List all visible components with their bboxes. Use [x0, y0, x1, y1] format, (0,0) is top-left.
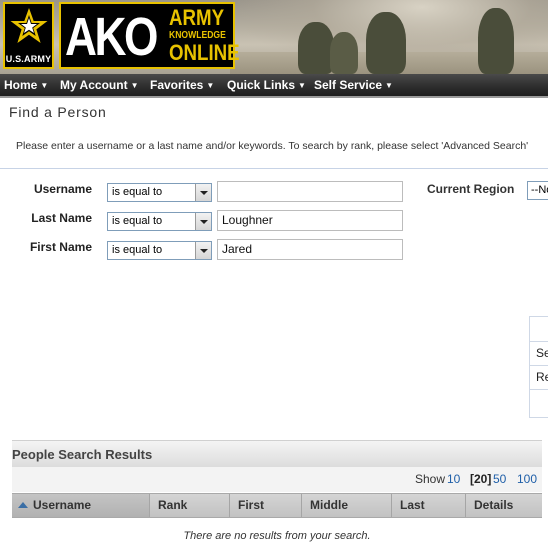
us-army-logo-text: U.S.ARMY [5, 54, 52, 64]
side-panel-row-empty [530, 389, 548, 419]
soldier-silhouette [330, 32, 358, 74]
nav-home[interactable]: Home ▼ [4, 74, 48, 97]
star-icon [10, 8, 48, 43]
column-details-label: Details [474, 498, 514, 512]
dropdown-arrow-icon [195, 213, 211, 230]
column-username-label: Username [33, 498, 92, 512]
chevron-down-icon: ▼ [130, 81, 139, 90]
sort-ascending-icon [18, 502, 28, 508]
column-username[interactable]: Username [12, 494, 150, 517]
pager-option-100[interactable]: 100 [517, 467, 537, 492]
chevron-down-icon: ▼ [206, 81, 215, 90]
main-nav: Home ▼ My Account ▼ Favorites ▼ Quick Links… [0, 74, 548, 98]
results-table-header: Username Rank First Middle Last Details [12, 493, 542, 518]
column-first[interactable]: First [230, 494, 302, 517]
column-rank[interactable]: Rank [150, 494, 230, 517]
first-name-input[interactable]: Jared [217, 239, 403, 260]
nav-favorites-label: Favorites [150, 78, 204, 92]
results-header: People Search Results [12, 440, 542, 467]
column-middle[interactable]: Middle [302, 494, 392, 517]
ako-logo-army: ARMY [169, 5, 225, 30]
current-region-label: Current Region [427, 182, 515, 196]
pager-show-label: Show [415, 472, 446, 486]
side-panel: Se Re [529, 316, 548, 418]
nav-home-label: Home [4, 78, 38, 92]
soldier-silhouette [366, 12, 406, 74]
last-name-operator-select[interactable]: is equal to [107, 212, 212, 231]
nav-quick-links[interactable]: Quick Links ▼ [227, 74, 306, 97]
column-last[interactable]: Last [392, 494, 466, 517]
last-name-operator-value: is equal to [112, 215, 163, 227]
site-header: U.S.ARMY AKO ARMY KNOWLEDGE ONLINE [0, 0, 548, 74]
ako-logo[interactable]: AKO ARMY KNOWLEDGE ONLINE [59, 2, 240, 69]
us-army-star-logo[interactable]: U.S.ARMY [3, 2, 54, 69]
username-label: Username [33, 182, 92, 196]
side-panel-item[interactable]: Re [530, 365, 548, 389]
soldier-silhouette [478, 8, 514, 74]
side-panel-item[interactable]: Se [530, 341, 548, 365]
nav-quick-links-label: Quick Links [227, 78, 296, 92]
username-operator-select[interactable]: is equal to [107, 183, 212, 202]
username-input[interactable] [217, 181, 403, 202]
chevron-down-icon: ▼ [40, 81, 49, 90]
column-rank-label: Rank [158, 498, 188, 512]
nav-self-service-label: Self Service [314, 78, 383, 92]
column-middle-label: Middle [310, 498, 348, 512]
column-details[interactable]: Details [466, 494, 542, 517]
no-results-message: There are no results from your search. [183, 530, 371, 542]
dropdown-arrow-icon [195, 184, 211, 201]
instructions-text: Please enter a username or a last name a… [16, 140, 529, 152]
ako-logo-online: ONLINE [169, 40, 240, 65]
last-name-label: Last Name [31, 211, 92, 225]
first-name-operator-select[interactable]: is equal to [107, 241, 212, 260]
chevron-down-icon: ▼ [298, 81, 306, 90]
results-pager: Show 10 [20] 50 100 [12, 467, 542, 492]
nav-my-account[interactable]: My Account ▼ [60, 74, 138, 97]
nav-favorites[interactable]: Favorites ▼ [150, 74, 214, 97]
pager-option-50[interactable]: 50 [493, 467, 506, 492]
page-title: Find a Person [9, 104, 107, 120]
username-operator-value: is equal to [112, 186, 163, 198]
pager-option-10[interactable]: 10 [447, 467, 460, 492]
ako-logo-text: AKO [65, 7, 158, 67]
results-title: People Search Results [12, 447, 153, 462]
first-name-operator-value: is equal to [112, 244, 163, 256]
dropdown-arrow-icon [195, 242, 211, 259]
nav-self-service[interactable]: Self Service ▼ [314, 74, 393, 97]
soldier-silhouette [298, 22, 334, 74]
divider [0, 168, 548, 169]
column-first-label: First [238, 498, 265, 512]
chevron-down-icon: ▼ [385, 81, 393, 90]
pager-option-20: [20] [470, 472, 492, 486]
last-name-input[interactable]: Loughner [217, 210, 403, 231]
nav-my-account-label: My Account [60, 78, 128, 92]
current-region-select[interactable]: --No [527, 181, 548, 200]
first-name-label: First Name [29, 240, 92, 254]
column-last-label: Last [400, 498, 425, 512]
